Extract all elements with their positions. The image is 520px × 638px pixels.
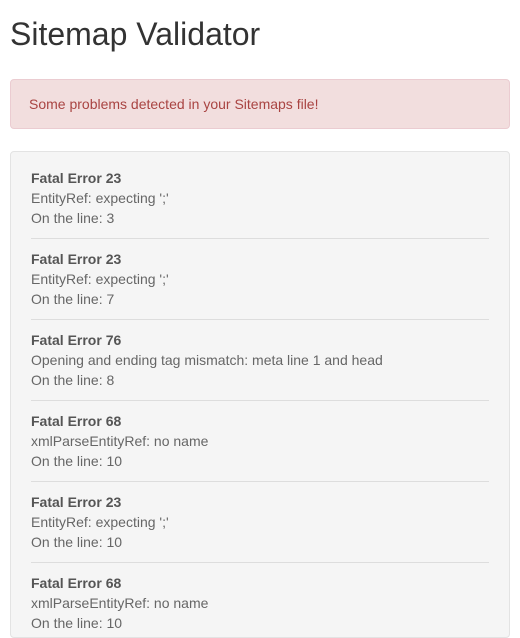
error-line: On the line: 10 <box>31 453 489 469</box>
error-header: Fatal Error 68 <box>31 575 489 591</box>
alert-error: Some problems detected in your Sitemaps … <box>10 79 510 129</box>
error-line: On the line: 3 <box>31 210 489 226</box>
error-item: Fatal Error 23 EntityRef: expecting ';' … <box>31 494 489 563</box>
error-header: Fatal Error 68 <box>31 413 489 429</box>
page-title: Sitemap Validator <box>10 16 510 53</box>
error-message: Opening and ending tag mismatch: meta li… <box>31 352 489 368</box>
error-header: Fatal Error 23 <box>31 494 489 510</box>
error-message: EntityRef: expecting ';' <box>31 190 489 206</box>
error-line: On the line: 10 <box>31 615 489 631</box>
error-header: Fatal Error 76 <box>31 332 489 348</box>
error-item: Fatal Error 76 Opening and ending tag mi… <box>31 332 489 401</box>
errors-panel: Fatal Error 23 EntityRef: expecting ';' … <box>10 151 510 638</box>
error-line: On the line: 10 <box>31 534 489 550</box>
error-item: Fatal Error 23 EntityRef: expecting ';' … <box>31 170 489 239</box>
error-message: xmlParseEntityRef: no name <box>31 433 489 449</box>
error-message: EntityRef: expecting ';' <box>31 271 489 287</box>
error-line: On the line: 8 <box>31 372 489 388</box>
error-item: Fatal Error 23 EntityRef: expecting ';' … <box>31 251 489 320</box>
error-item: Fatal Error 68 xmlParseEntityRef: no nam… <box>31 575 489 637</box>
error-message: xmlParseEntityRef: no name <box>31 595 489 611</box>
error-message: EntityRef: expecting ';' <box>31 514 489 530</box>
error-item: Fatal Error 68 xmlParseEntityRef: no nam… <box>31 413 489 482</box>
error-header: Fatal Error 23 <box>31 170 489 186</box>
error-header: Fatal Error 23 <box>31 251 489 267</box>
error-line: On the line: 7 <box>31 291 489 307</box>
